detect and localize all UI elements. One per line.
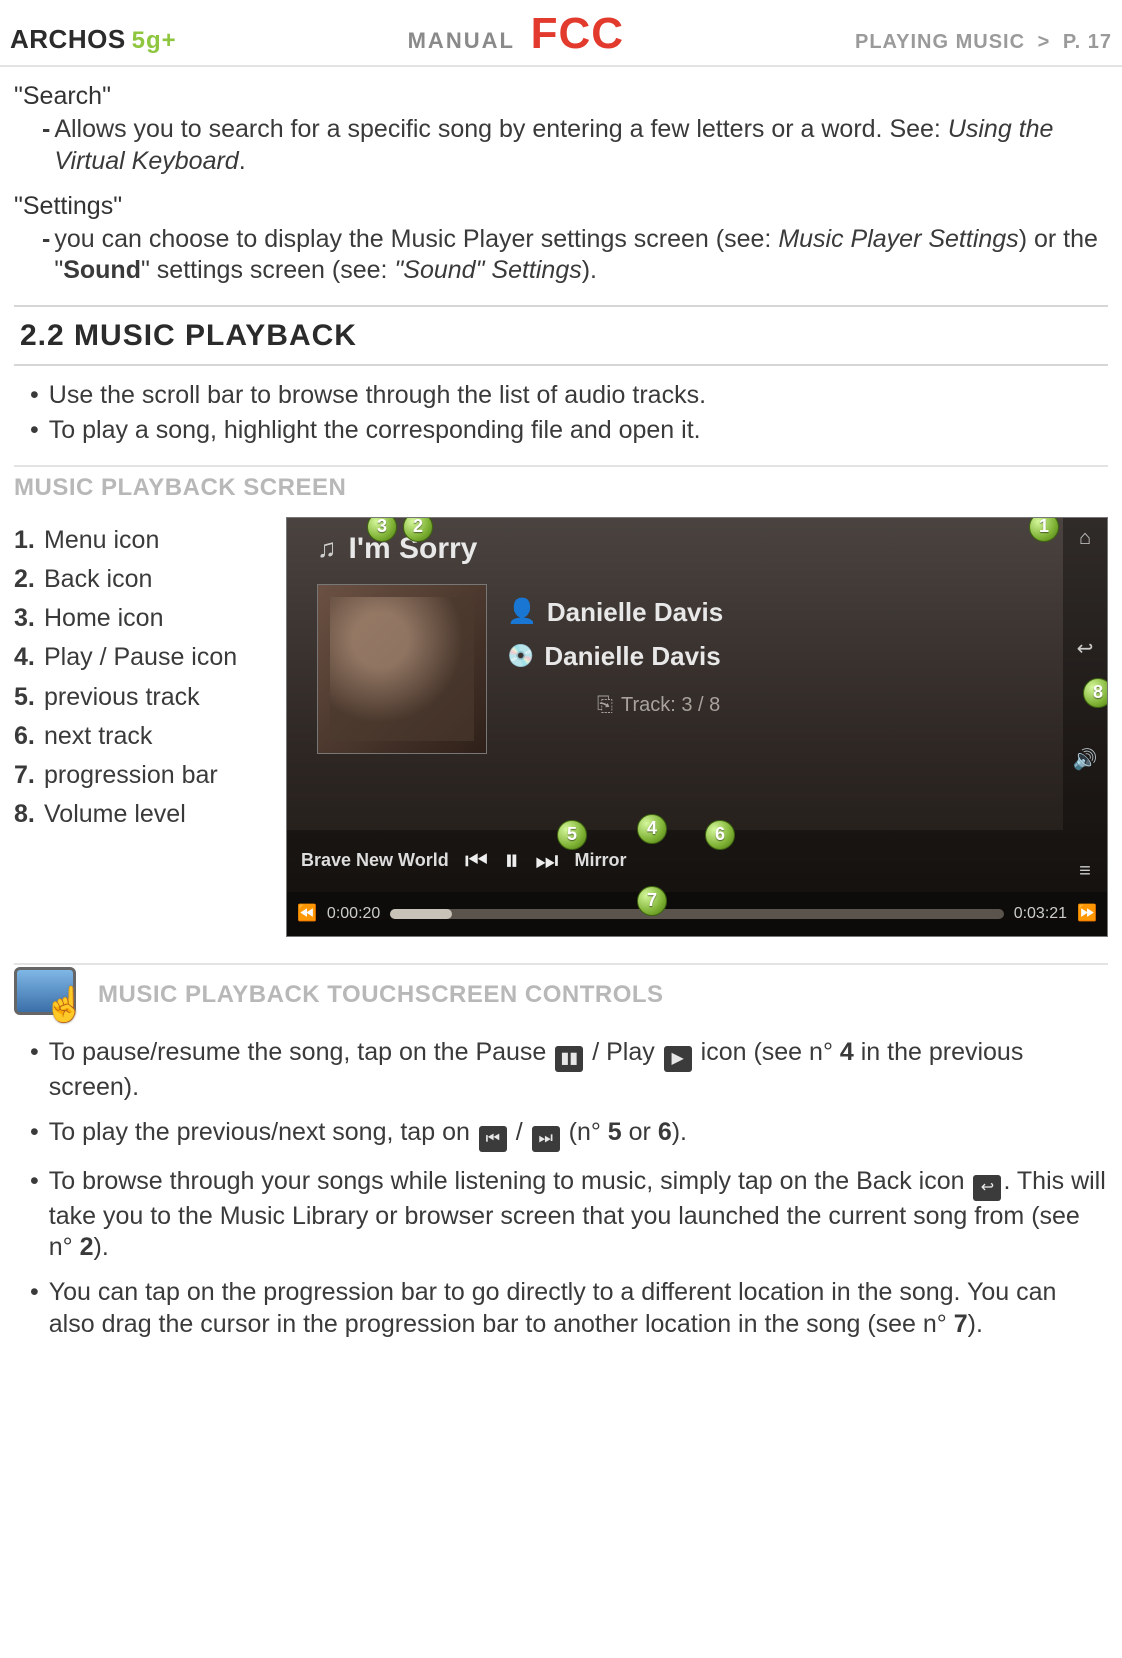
touchscreen-heading: MUSIC PLAYBACK TOUCHSCREEN CONTROLS [98,980,664,1010]
legend-item: Back icon [44,564,152,595]
prev-icon: ⏮ [465,844,488,877]
legend-item: next track [44,721,152,752]
section-2-2-bar: 2.2 MUSIC PLAYBACK [14,305,1108,367]
rewind-icon: ⏪ [297,904,317,924]
legend-item: Volume level [44,799,186,830]
play-icon: ▶ [664,1046,692,1072]
now-playing-title-row: ♫ I'm Sorry [317,530,477,568]
fcc-label: FCC [531,9,624,58]
section-2-2-bullets: •Use the scroll bar to browse through th… [26,380,1108,447]
bullet-text: To play a song, highlight the correspond… [49,415,701,446]
list-item: • To browse through your songs while lis… [26,1166,1108,1264]
album-art [317,584,487,754]
touchscreen-icon: ☝ [14,967,84,1023]
music-note-icon: ♫ [317,532,337,565]
legend-item: Play / Pause icon [44,642,237,673]
search-description: - Allows you to search for a specific so… [42,114,1108,177]
playback-legend: 1.Menu icon 2.Back icon 3.Home icon 4.Pl… [14,517,274,839]
search-term: "Search" [14,81,1108,112]
page-content: "Search" - Allows you to search for a sp… [0,67,1122,1374]
list-item: • To pause/resume the song, tap on the P… [26,1037,1108,1103]
page-header: ARCHOS 5g+ MANUAL FCC PLAYING MUSIC > P.… [0,0,1122,67]
prev-icon: ⏮ [479,1126,507,1152]
settings-term: "Settings" [14,191,1108,222]
home-icon: ⌂ [1079,526,1091,551]
next-icon: ⏭ [535,844,558,877]
callout-4: 4 [637,814,667,844]
next-track-label: Mirror [575,849,627,872]
callout-6: 6 [705,820,735,850]
pause-icon: ▮▮ [555,1046,583,1072]
disc-icon: 💿 [507,642,534,670]
track-count: ⎘ Track: 3 / 8 [597,693,720,718]
volume-icon: 🔊 [1073,748,1098,773]
list-item: • You can tap on the progression bar to … [26,1277,1108,1340]
legend-item: Home icon [44,603,164,634]
fast-forward-icon: ⏩ [1077,904,1097,924]
legend-item: progression bar [44,760,218,791]
breadcrumb: PLAYING MUSIC > P. 17 [855,30,1112,55]
touchscreen-bullets: • To pause/resume the song, tap on the P… [26,1037,1108,1340]
person-icon: 👤 [507,597,537,627]
elapsed-time: 0:00:20 [327,904,380,924]
touchscreen-heading-row: ☝ MUSIC PLAYBACK TOUCHSCREEN CONTROLS [14,963,1108,1023]
album-row: 💿 Danielle Davis [507,640,721,673]
playback-screen-heading: MUSIC PLAYBACK SCREEN [14,465,1108,503]
callout-7: 7 [637,886,667,916]
back-icon: ↩ [973,1175,1001,1201]
progress-bar [390,909,1003,919]
artist-row: 👤 Danielle Davis [507,596,723,629]
list-item: • To play the previous/next song, tap on… [26,1117,1108,1152]
callout-8: 8 [1083,678,1108,708]
prev-track-label: Brave New World [301,849,449,872]
brand-logo: ARCHOS [10,23,126,56]
manual-label: MANUAL FCC [177,6,855,61]
settings-description: - you can choose to display the Music Pl… [42,224,1108,287]
menu-icon: ≡ [1079,859,1091,884]
pause-icon: ⏸ [504,842,519,880]
callout-1: 1 [1029,517,1059,542]
back-icon: ↩ [1077,637,1094,662]
model-label: 5g+ [132,26,177,56]
bullet-text: Use the scroll bar to browse through the… [49,380,706,411]
total-time: 0:03:21 [1014,904,1067,924]
legend-item: Menu icon [44,525,159,556]
progress-bar-row: ⏪ 0:00:20 0:03:21 ⏩ [287,892,1107,936]
track-icon: ⎘ [597,693,613,718]
playback-screen-row: 1.Menu icon 2.Back icon 3.Home icon 4.Pl… [14,517,1108,937]
section-2-2-title: 2.2 MUSIC PLAYBACK [20,317,1102,355]
player-controls-row: Brave New World ⏮ ⏸ ⏭ Mirror [287,830,1063,892]
callout-5: 5 [557,820,587,850]
legend-item: previous track [44,682,200,713]
next-icon: ⏭ [532,1126,560,1152]
playback-screenshot: 3 2 1 8 5 4 6 7 ♫ I'm Sorry 👤 Danielle D… [286,517,1108,937]
